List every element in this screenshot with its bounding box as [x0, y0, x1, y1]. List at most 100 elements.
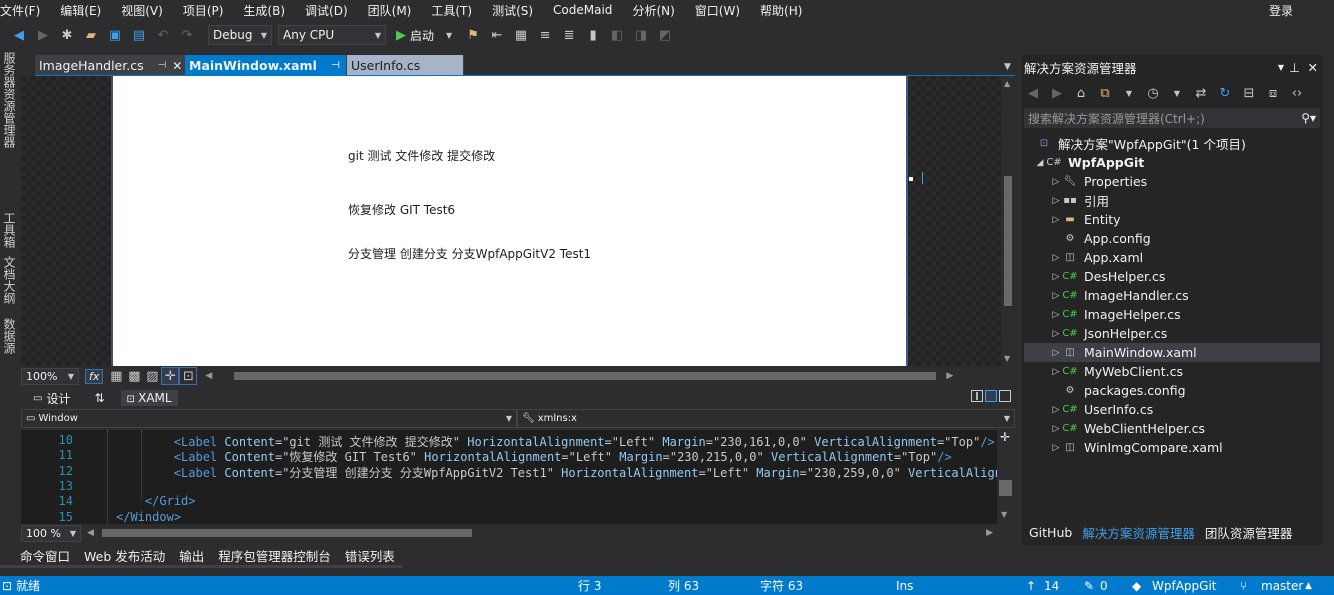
pin-icon[interactable]: ⊣: [331, 60, 340, 71]
home-icon[interactable]: ⌂: [1072, 84, 1090, 102]
tab-team-explorer[interactable]: 团队资源管理器: [1200, 521, 1298, 543]
expand-arrow-icon[interactable]: ▷: [1050, 367, 1062, 377]
tree-item-mywebclient-cs[interactable]: ▷ C# MyWebClient.cs: [1024, 362, 1320, 381]
expand-arrow-icon[interactable]: ▷: [1050, 253, 1062, 263]
code-zoom[interactable]: 100 % ▼: [21, 524, 81, 542]
tree-item-entity[interactable]: ▷ ▬ Entity: [1024, 210, 1320, 229]
menu-item[interactable]: 分析(N): [632, 2, 684, 19]
menu-item[interactable]: 工具(T): [431, 2, 482, 19]
menu-item[interactable]: 视图(V): [121, 2, 173, 19]
swap-panes-button[interactable]: ⇅: [94, 391, 104, 405]
forward-icon[interactable]: ▶: [1048, 84, 1066, 102]
project-code-icon[interactable]: ⊡: [179, 367, 198, 385]
hscroll-thumb[interactable]: [234, 372, 937, 380]
start-button[interactable]: 启动: [410, 27, 434, 44]
sync-icon[interactable]: ⇄: [1192, 84, 1210, 102]
expand-arrow-icon[interactable]: ▷: [1050, 291, 1062, 301]
expand-arrow-icon[interactable]: ▷: [1050, 177, 1062, 187]
menu-item[interactable]: 项目(P): [183, 2, 234, 19]
bottom-tab[interactable]: 程序包管理器控制台: [211, 546, 338, 568]
platform-select[interactable]: Any CPU ▼: [278, 25, 386, 45]
new-project-icon[interactable]: ✱: [58, 26, 76, 44]
server-explorer-tab[interactable]: 服务器资源管理器: [1, 52, 18, 148]
tree-solution-root[interactable]: ⊡ 解决方案"WpfAppGit"(1 个项目): [1024, 134, 1320, 153]
scroll-down-icon[interactable]: ▼: [1004, 354, 1010, 363]
menu-item[interactable]: 文件(F): [0, 2, 50, 19]
document-outline-tab[interactable]: 文档大纲: [1, 256, 18, 304]
grid-icon[interactable]: ▦: [107, 367, 125, 385]
design-tab[interactable]: 设计: [46, 390, 70, 407]
menu-item[interactable]: 帮助(H): [760, 2, 812, 19]
code-hscroll-thumb[interactable]: [101, 529, 472, 537]
prev-bookmark-icon[interactable]: ◧: [608, 26, 626, 44]
tab-userinfo[interactable]: UserInfo.cs: [347, 55, 464, 76]
layout-icon[interactable]: ▦: [512, 26, 530, 44]
tree-item-webclienthelper-cs[interactable]: ▷ C# WebClientHelper.cs: [1024, 419, 1320, 438]
status-changes[interactable]: 0: [1100, 579, 1108, 593]
xaml-code-editor[interactable]: 10 <Label Content="git 测试 文件修改 提交修改" Hor…: [21, 430, 997, 524]
expand-arrow-icon[interactable]: ▷: [1050, 443, 1062, 453]
xaml-tab[interactable]: ⊡ XAML: [120, 390, 178, 406]
fx-button[interactable]: fx: [85, 368, 104, 384]
tab-overflow-icon[interactable]: ▼: [1004, 62, 1011, 72]
label-3[interactable]: 分支管理 创建分支 分支WpfAppGitV2 Test1: [348, 245, 591, 262]
status-commits[interactable]: 14: [1044, 579, 1059, 593]
scroll-right-icon[interactable]: ▶: [986, 528, 993, 538]
resize-handle[interactable]: [909, 177, 913, 181]
tab-solution-explorer[interactable]: 解决方案资源管理器: [1077, 521, 1200, 543]
tab-imagehandler[interactable]: ImageHandler.cs ⊣ ✕: [35, 55, 185, 76]
next-bookmark-icon[interactable]: ◨: [632, 26, 650, 44]
tree-item-packages-config[interactable]: ⚙ packages.config: [1024, 381, 1320, 400]
element-select[interactable]: ▭ Window ▼: [21, 409, 517, 428]
tree-project[interactable]: ◢ C# WpfAppGit: [1024, 153, 1320, 172]
data-sources-tab[interactable]: 数据源: [1, 318, 18, 354]
expand-arrow-icon[interactable]: ▷: [1050, 215, 1062, 225]
status-repo[interactable]: WpfAppGit: [1152, 579, 1217, 593]
code-vscroll[interactable]: ✛ ▼: [997, 430, 1015, 524]
redo-icon[interactable]: ↷: [178, 26, 196, 44]
clear-bookmarks-icon[interactable]: ◩: [656, 26, 674, 44]
member-select[interactable]: 🔧︎ xmlns:x ▼: [517, 409, 1015, 428]
window-canvas[interactable]: git 测试 文件修改 提交修改 恢复修改 GIT Test6 分支管理 创建分…: [111, 76, 908, 366]
tree-item-mainwindow-xaml[interactable]: ▷ ◫ MainWindow.xaml: [1024, 343, 1320, 362]
close-icon[interactable]: ✕: [172, 59, 182, 73]
designer-zoom[interactable]: 100% ▼: [21, 367, 79, 385]
config-select[interactable]: Debug ▼: [208, 25, 272, 45]
comment-icon[interactable]: ≡: [536, 26, 554, 44]
menu-item[interactable]: 窗口(W): [695, 2, 750, 19]
scroll-left-icon[interactable]: ◀: [87, 528, 94, 538]
code-scroll-thumb[interactable]: [999, 480, 1012, 496]
chevron-down-icon[interactable]: ▼: [1278, 63, 1284, 72]
scroll-left-icon[interactable]: ◀: [205, 371, 212, 381]
back-icon[interactable]: ◀: [10, 26, 28, 44]
bottom-tab[interactable]: Web 发布活动: [77, 546, 173, 568]
find-icon[interactable]: ⚑: [464, 26, 482, 44]
tree-item-jsonhelper-cs[interactable]: ▷ C# JsonHelper.cs: [1024, 324, 1320, 343]
tree-item-app-xaml[interactable]: ▷ ◫ App.xaml: [1024, 248, 1320, 267]
tab-github[interactable]: GitHub: [1024, 521, 1077, 543]
scroll-right-icon[interactable]: ▶: [946, 371, 953, 381]
tree-item-winimgcompare-xaml[interactable]: ▷ ◫ WinImgCompare.xaml: [1024, 438, 1320, 457]
chevron-down-icon[interactable]: ▼: [440, 26, 458, 44]
menu-item[interactable]: CodeMaid: [553, 3, 622, 17]
pin-icon[interactable]: ⊥: [1289, 60, 1300, 75]
bottom-tab[interactable]: 错误列表: [337, 546, 402, 568]
search-icon[interactable]: ⚲▾: [1301, 111, 1316, 125]
tree-item-userinfo-cs[interactable]: ▷ C# UserInfo.cs: [1024, 400, 1320, 419]
expand-arrow-icon[interactable]: ▷: [1050, 329, 1062, 339]
expand-arrow-icon[interactable]: ▷: [1050, 196, 1062, 206]
scroll-up-icon[interactable]: ▲: [1004, 79, 1010, 88]
step-icon[interactable]: ⇤: [488, 26, 506, 44]
pin-icon[interactable]: ⊣: [158, 60, 167, 71]
expand-arrow-icon[interactable]: ▷: [1050, 272, 1062, 282]
switch-views-icon[interactable]: ⧉: [1096, 84, 1114, 102]
save-icon[interactable]: ▣: [106, 26, 124, 44]
uncomment-icon[interactable]: ≣: [560, 26, 578, 44]
chevron-down-icon[interactable]: ▼: [1120, 84, 1138, 102]
expand-arrow-icon[interactable]: ▷: [1050, 424, 1062, 434]
bookmark-icon[interactable]: ▮: [584, 26, 602, 44]
chevron-up-icon[interactable]: ▲: [1305, 581, 1312, 591]
tab-mainwindow[interactable]: MainWindow.xaml ⊣ ✕: [185, 55, 356, 76]
expand-arrow-icon[interactable]: ▷: [1050, 405, 1062, 415]
tree-item--[interactable]: ▷ ▪▪ 引用: [1024, 191, 1320, 210]
